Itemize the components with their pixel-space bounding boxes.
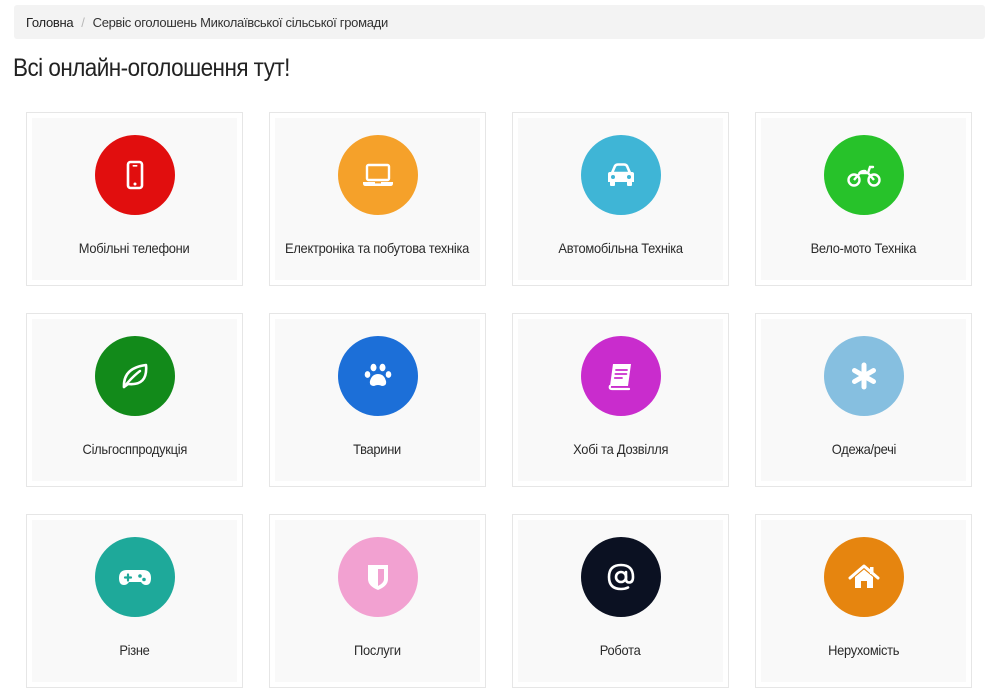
category-icon-circle xyxy=(94,537,175,617)
category-label: Вело-мото Техніка xyxy=(810,240,917,256)
category-icon-circle xyxy=(337,336,418,416)
mobile-phone-icon xyxy=(126,160,143,190)
breadcrumb-current: Сервіс оголошень Миколаївської сільської… xyxy=(92,14,389,30)
category-card-mobile-phones[interactable]: Мобільні телефони xyxy=(26,112,243,286)
category-label: Нерухомість xyxy=(827,642,900,658)
category-label: Мобільні телефони xyxy=(79,240,190,256)
book-icon xyxy=(608,364,631,391)
house-icon xyxy=(848,564,879,588)
category-card-clothing[interactable]: Одежа/речі xyxy=(755,313,972,487)
category-icon-circle xyxy=(823,537,904,617)
laptop-icon xyxy=(362,163,393,186)
category-label: Електроніка та побутова техніка xyxy=(285,240,470,256)
category-label: Автомобільна Техніка xyxy=(558,240,683,256)
category-label: Різне xyxy=(119,642,150,658)
category-icon-circle xyxy=(337,135,418,215)
category-icon-circle xyxy=(580,135,661,215)
category-label: Робота xyxy=(600,642,641,658)
category-card-jobs[interactable]: Робота xyxy=(512,514,729,688)
motorcycle-icon xyxy=(846,165,881,187)
category-icon-circle xyxy=(823,135,904,215)
page-title: Всі онлайн-оголошення тут! xyxy=(13,54,290,82)
breadcrumb-separator: / xyxy=(81,14,85,30)
category-card-agriculture[interactable]: Сільгосппродукція xyxy=(26,313,243,487)
category-card-automotive[interactable]: Автомобільна Техніка xyxy=(512,112,729,286)
category-card-animals[interactable]: Тварини xyxy=(269,313,486,487)
gamepad-icon xyxy=(118,570,151,585)
category-icon-circle xyxy=(337,537,418,617)
category-icon-circle xyxy=(823,336,904,416)
breadcrumb-home-link[interactable]: Головна xyxy=(26,15,74,30)
shield-icon xyxy=(367,565,388,590)
category-label: Послуги xyxy=(354,642,401,658)
page: Головна / Сервіс оголошень Миколаївської… xyxy=(0,0,992,700)
category-icon-circle xyxy=(94,135,175,215)
category-card-electronics[interactable]: Електроніка та побутова техніка xyxy=(269,112,486,286)
category-card-hobby[interactable]: Хобі та Дозвілля xyxy=(512,313,729,487)
category-card-real-estate[interactable]: Нерухомість xyxy=(755,514,972,688)
category-label: Одежа/речі xyxy=(831,441,896,457)
asterisk-icon xyxy=(851,362,876,390)
car-icon xyxy=(607,163,634,186)
breadcrumb: Головна / Сервіс оголошень Миколаївської… xyxy=(14,5,985,39)
leaf-icon xyxy=(122,363,147,389)
category-card-services[interactable]: Послуги xyxy=(269,514,486,688)
category-label: Хобі та Дозвілля xyxy=(572,441,669,457)
category-label: Тварини xyxy=(353,441,402,457)
category-icon-circle xyxy=(580,537,661,617)
paw-icon xyxy=(364,363,391,386)
category-icon-circle xyxy=(94,336,175,416)
category-grid: Мобільні телефони Електроніка та побутов… xyxy=(26,112,972,688)
at-sign-icon xyxy=(607,563,634,591)
category-card-misc[interactable]: Різне xyxy=(26,514,243,688)
category-label: Сільгосппродукція xyxy=(82,441,187,457)
category-card-bikes[interactable]: Вело-мото Техніка xyxy=(755,112,972,286)
category-icon-circle xyxy=(580,336,661,416)
